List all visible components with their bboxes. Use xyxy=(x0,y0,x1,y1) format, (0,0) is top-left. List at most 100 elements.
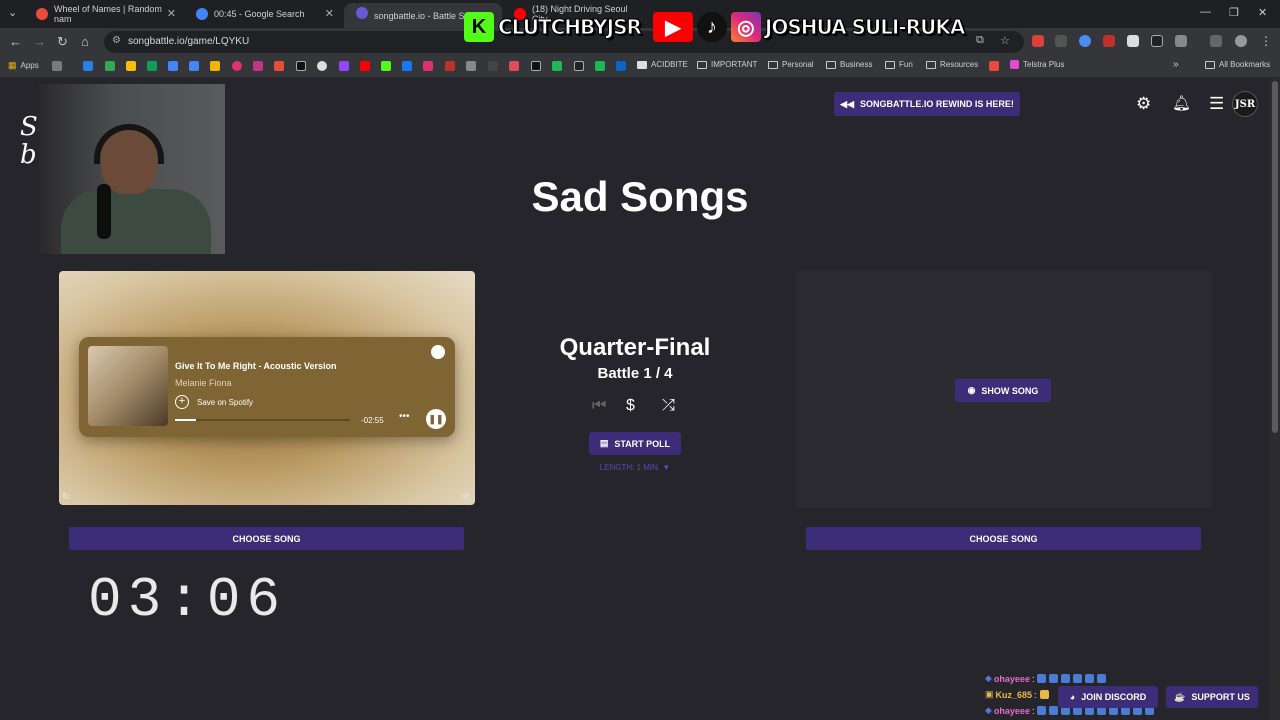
bookmark-folder-fun[interactable]: Fun xyxy=(885,60,913,69)
bookmark-icon[interactable] xyxy=(989,61,999,71)
extensions-puzzle-icon[interactable] xyxy=(1175,35,1187,47)
hamburger-menu-icon[interactable]: ☰ xyxy=(1209,94,1224,114)
progress-fill xyxy=(175,419,196,421)
notifications-bell-icon[interactable]: 🔔︎ xyxy=(1172,94,1191,112)
emote-icon xyxy=(1049,674,1059,683)
shuffle-icon[interactable]: ⤮ xyxy=(662,397,675,415)
x-bookmark-icon[interactable] xyxy=(531,61,541,71)
bookmark-icon[interactable] xyxy=(466,61,476,71)
tab-google-search[interactable]: 00:45 - Google Search ✕ xyxy=(184,4,340,24)
bookmark-icon[interactable] xyxy=(52,61,62,71)
spotify-logo-icon[interactable] xyxy=(431,345,445,359)
twitch-bookmark-icon[interactable] xyxy=(339,61,349,71)
start-poll-label: START POLL xyxy=(614,438,671,449)
bookmark-folder-important[interactable]: IMPORTANT xyxy=(697,60,757,69)
youtube-bookmark-icon[interactable] xyxy=(360,61,370,71)
more-bookmarks-icon[interactable]: » xyxy=(1173,59,1179,70)
close-window-icon[interactable]: ✕ xyxy=(1258,6,1267,19)
bookmark-icon[interactable] xyxy=(445,61,455,71)
apps-bookmark[interactable]: ▦ Apps xyxy=(8,60,39,71)
save-label: Save on Spotify xyxy=(197,397,254,407)
bookmark-icon[interactable] xyxy=(210,61,220,71)
bookmark-folder-business[interactable]: Business xyxy=(826,60,872,69)
bookmark-icon[interactable] xyxy=(147,61,157,71)
save-on-spotify-button[interactable]: + Save on Spotify xyxy=(175,395,253,409)
bookmark-icon[interactable] xyxy=(274,61,284,71)
all-bookmarks[interactable]: All Bookmarks xyxy=(1205,60,1270,69)
bookmark-star-icon[interactable]: ☆ xyxy=(1000,34,1010,47)
refresh-icon[interactable]: ↻ xyxy=(62,491,70,502)
show-song-button[interactable]: ◉ SHOW SONG xyxy=(955,379,1051,402)
forward-icon[interactable]: → xyxy=(33,34,46,49)
discord-icon: ◕ xyxy=(1069,692,1076,702)
bookmark-icon[interactable] xyxy=(574,61,584,71)
bookmark-icon[interactable] xyxy=(126,61,136,71)
close-tab-icon[interactable]: ✕ xyxy=(167,7,176,20)
home-icon[interactable]: ⌂ xyxy=(81,34,89,49)
bookmark-acidbite[interactable]: ACIDBITE xyxy=(637,60,688,69)
track-artist[interactable]: Melanie Fiona xyxy=(175,378,232,388)
tab-wheel-of-names[interactable]: Wheel of Names | Random nam ✕ xyxy=(24,4,182,24)
tiktok-bookmark-icon[interactable] xyxy=(296,61,306,71)
bookmark-icon[interactable] xyxy=(168,61,178,71)
instagram-bookmark-icon[interactable] xyxy=(423,61,433,71)
bookmark-icon[interactable] xyxy=(253,61,263,71)
length-dropdown[interactable]: LENGTH: 1 MIN. ▼ xyxy=(585,463,685,472)
reload-icon[interactable]: ↻ xyxy=(57,34,68,50)
bookmark-icon[interactable] xyxy=(488,61,498,71)
hide-eye-icon[interactable]: ⊘ xyxy=(462,491,470,502)
show-song-label: SHOW SONG xyxy=(981,385,1039,396)
previous-icon[interactable]: ⏮ xyxy=(592,397,606,415)
bookmark-icon[interactable] xyxy=(189,61,199,71)
media-icon[interactable] xyxy=(1210,35,1222,47)
back-icon[interactable]: ← xyxy=(9,34,22,49)
bookmark-icon[interactable] xyxy=(595,61,605,71)
facebook-bookmark-icon[interactable] xyxy=(402,61,412,71)
scrollbar-thumb[interactable] xyxy=(1272,81,1278,433)
profile-icon[interactable] xyxy=(1235,35,1247,47)
chat-message: ◆ ohayeee: xyxy=(985,673,1107,684)
extension-icon[interactable] xyxy=(1055,35,1067,47)
bookmark-icon[interactable] xyxy=(105,61,115,71)
pause-button[interactable]: ❚❚ xyxy=(426,409,446,429)
extension-icon[interactable] xyxy=(1127,35,1139,47)
social-username: JOSHUA SULI-RUKA xyxy=(764,15,965,40)
bookmark-icon[interactable] xyxy=(552,61,562,71)
progress-bar[interactable] xyxy=(175,419,350,421)
more-options-icon[interactable]: ••• xyxy=(399,411,410,422)
rewind-banner-button[interactable]: ◀◀ SONGBATTLE.IO REWIND IS HERE! xyxy=(834,92,1020,116)
join-discord-button[interactable]: ◕ JOIN DISCORD xyxy=(1058,686,1158,708)
settings-gear-icon[interactable]: ⚙ xyxy=(1136,94,1151,114)
extension-icon[interactable] xyxy=(1079,35,1091,47)
bookmark-icon[interactable] xyxy=(232,61,242,71)
bookmark-telstra[interactable]: Telstra Plus xyxy=(1010,60,1064,69)
apps-grid-icon: ▦ xyxy=(8,60,17,70)
linkedin-bookmark-icon[interactable] xyxy=(616,61,626,71)
user-avatar[interactable]: JSR xyxy=(1232,91,1258,117)
install-icon[interactable]: ⧉ xyxy=(976,34,984,47)
extension-icon[interactable] xyxy=(1151,35,1163,47)
support-us-button[interactable]: ☕ SUPPORT US xyxy=(1166,686,1258,708)
acidbite-icon xyxy=(637,60,647,69)
pdf-extension-icon[interactable] xyxy=(1103,35,1115,47)
close-tab-icon[interactable]: ✕ xyxy=(325,7,334,20)
album-art[interactable] xyxy=(88,346,168,426)
choose-song-left-button[interactable]: CHOOSE SONG xyxy=(69,527,464,550)
bookmark-icon[interactable] xyxy=(83,61,93,71)
bookmark-folder-personal[interactable]: Personal xyxy=(768,60,814,69)
stream-social-overlay: K CLUTCHBYJSR ▶ ♪ ◎ JOSHUA SULI-RUKA xyxy=(464,10,966,44)
restore-icon[interactable]: ❐ xyxy=(1229,6,1239,19)
choose-song-right-button[interactable]: CHOOSE SONG xyxy=(806,527,1201,550)
minimize-icon[interactable]: — xyxy=(1200,6,1211,18)
donate-coin-icon[interactable]: $ xyxy=(626,397,635,415)
bookmark-icon[interactable] xyxy=(509,61,519,71)
bookmark-folder-resources[interactable]: Resources xyxy=(926,60,978,69)
start-poll-button[interactable]: ▤ START POLL xyxy=(589,432,681,455)
track-title[interactable]: Give It To Me Right - Acoustic Version xyxy=(175,361,337,371)
site-info-icon[interactable]: ⚙ xyxy=(112,35,121,46)
adblock-extension-icon[interactable] xyxy=(1032,35,1044,47)
menu-kebab-icon[interactable]: ⋮ xyxy=(1260,34,1272,48)
kick-bookmark-icon[interactable] xyxy=(381,61,391,71)
bookmark-icon[interactable] xyxy=(317,61,327,71)
tab-search-icon[interactable]: ⌄ xyxy=(8,6,17,19)
